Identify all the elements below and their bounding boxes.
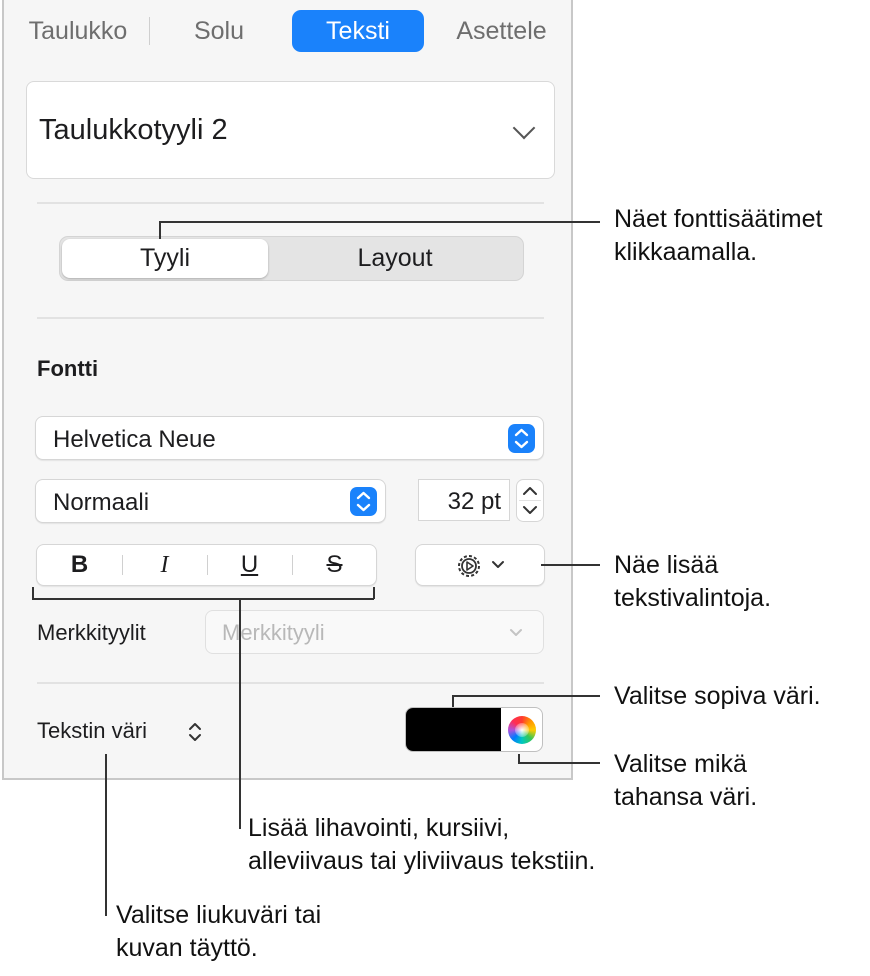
leader-line [239,599,241,829]
chevron-down-icon [492,561,504,568]
format-sidebar: Taulukko Solu Teksti Asettele Taulukkoty… [2,0,573,780]
callout-line: Valitse liukuväri tai [116,901,322,929]
callout-line: alleviivaus tai yliviivaus tekstiin. [248,847,596,875]
tab-arrange[interactable]: Asettele [444,10,559,52]
leader-line [373,587,375,599]
callout-font-controls: Näet fonttisäätimet klikkaamalla. [614,203,822,269]
chevron-down-icon [512,116,536,140]
chevron-down-icon [510,629,522,636]
divider [37,317,544,319]
tab-text[interactable]: Teksti [292,10,424,52]
font-weight-value: Normaali [53,489,150,516]
callout-line: Näet fonttisäätimet [614,205,823,233]
advanced-options-button[interactable] [415,544,545,586]
divider [37,682,544,684]
character-style-placeholder: Merkkityyli [222,620,325,645]
style-layout-segmented-control: Tyyli Layout [59,236,524,281]
font-section-label: Fontti [37,356,99,381]
text-color-type-popup[interactable]: Tekstin väri [37,718,201,748]
leader-line [32,598,374,600]
leader-line [518,762,600,764]
callout-pick-color: Valitse sopiva väri. [614,682,821,710]
up-down-arrows-icon [189,723,201,741]
character-style-popup: Merkkityyli [205,610,544,654]
callout-line: kuvan täyttö. [116,934,258,962]
up-down-arrows-icon [508,424,535,453]
leader-line [105,754,107,916]
font-family-value: Helvetica Neue [53,426,216,453]
callout-line: klikkaamalla. [614,238,758,266]
font-size-stepper[interactable] [516,479,544,522]
callout-line: Valitse mikä [614,750,747,778]
leader-line [541,564,600,566]
strikethrough-button[interactable]: S [292,545,377,585]
leader-line [159,221,600,223]
underline-button[interactable]: U [207,545,292,585]
callout-line: tekstivalintoja. [614,584,772,612]
callout-line: tahansa väri. [614,783,758,811]
font-weight-popup[interactable]: Normaali [35,479,386,523]
segment-style[interactable]: Tyyli [62,239,268,278]
leader-line [452,695,454,707]
callout-more-options: Näe lisää tekstivalintoja. [614,549,771,615]
divider [37,202,544,204]
font-size-value: 32 pt [447,488,501,515]
paragraph-style-selector[interactable]: Taulukkotyyli 2 [26,81,555,179]
text-color-label: Tekstin väri [37,718,148,743]
italic-button[interactable]: I [122,545,207,585]
tab-cell[interactable]: Solu [179,10,259,52]
segment-layout[interactable]: Layout [270,239,520,278]
color-wheel-icon[interactable] [508,716,536,744]
color-swatch[interactable] [406,708,501,751]
font-size-field[interactable]: 32 pt [418,479,510,521]
callout-any-color: Valitse mikä tahansa väri. [614,748,757,814]
callout-gradient-fill: Valitse liukuväri tai kuvan täyttö. [116,899,321,965]
bold-button[interactable]: B [37,545,122,585]
text-color-control [405,707,543,752]
paragraph-style-name: Taulukkotyyli 2 [39,114,228,146]
leader-line [452,695,600,697]
character-styles-label: Merkkityylit [37,620,146,645]
callout-text-format: Lisää lihavointi, kursiivi, alleviivaus … [248,812,595,878]
tab-divider [149,17,150,45]
tab-table[interactable]: Taulukko [19,10,137,52]
gear-icon [458,555,480,577]
up-down-arrows-icon [350,487,377,516]
leader-line [159,221,161,239]
text-format-buttons: B I U S [36,544,377,586]
callout-line: Näe lisää [614,551,719,579]
stepper-arrows-icon [516,479,544,522]
callout-line: Lisää lihavointi, kursiivi, [248,814,510,842]
font-family-popup[interactable]: Helvetica Neue [35,416,544,460]
